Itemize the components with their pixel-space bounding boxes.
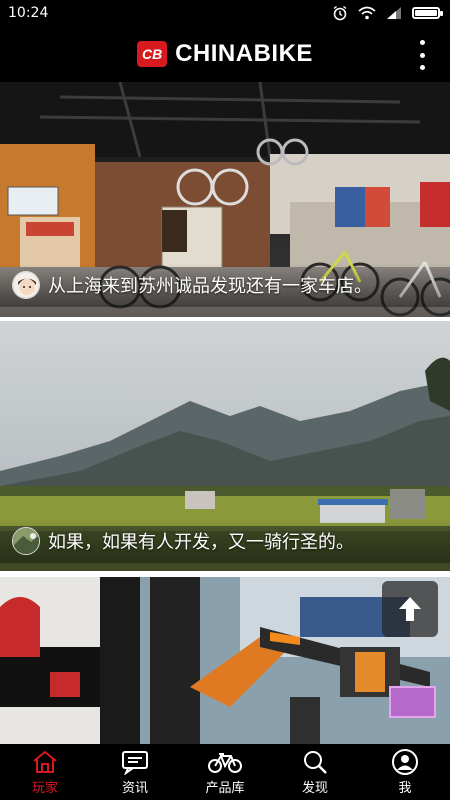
feed-caption-text: 从上海来到苏州诚品发现还有一家车店。 bbox=[48, 276, 372, 297]
user-icon bbox=[392, 748, 418, 775]
signal-icon bbox=[387, 7, 401, 19]
feed-caption: 从上海来到苏州诚品发现还有一家车店。 bbox=[0, 263, 450, 307]
more-vertical-icon[interactable] bbox=[418, 40, 426, 70]
bottom-tab-bar: 玩家 资讯 产品库 发现 我 bbox=[0, 744, 450, 800]
tab-label: 资讯 bbox=[121, 780, 148, 796]
feed-card[interactable]: 如果，如果有人开发，又一骑行圣的。 bbox=[0, 321, 450, 571]
tab-me[interactable]: 我 bbox=[360, 748, 450, 796]
app-title: CHINABIKE bbox=[175, 40, 313, 67]
battery-icon bbox=[412, 7, 443, 19]
tab-label: 发现 bbox=[301, 780, 328, 796]
avatar[interactable] bbox=[12, 271, 40, 299]
feed-list[interactable]: 从上海来到苏州诚品发现还有一家车店。 如果，如果有人开发，又一骑行圣的。 bbox=[0, 82, 450, 744]
news-icon bbox=[122, 750, 148, 775]
tab-products[interactable]: 产品库 bbox=[180, 749, 270, 796]
tab-home[interactable]: 玩家 bbox=[0, 749, 90, 796]
alarm-icon bbox=[333, 5, 347, 21]
status-bar: 10:24 bbox=[0, 0, 450, 26]
tab-news[interactable]: 资讯 bbox=[90, 749, 180, 796]
brand: CB CHINABIKE bbox=[137, 40, 313, 68]
home-icon bbox=[33, 750, 57, 773]
bicycle-icon bbox=[208, 752, 242, 773]
scroll-top-button[interactable] bbox=[382, 581, 438, 637]
wifi-icon bbox=[358, 6, 376, 20]
status-icons bbox=[332, 5, 443, 21]
status-time: 10:24 bbox=[8, 5, 49, 21]
feed-caption-text: 如果，如果有人开发，又一骑行圣的。 bbox=[48, 532, 354, 553]
brand-logo: CB bbox=[137, 41, 168, 67]
feed-caption: 如果，如果有人开发，又一骑行圣的。 bbox=[0, 519, 450, 563]
avatar[interactable] bbox=[12, 527, 40, 555]
tab-discover[interactable]: 发现 bbox=[270, 749, 360, 796]
tab-label: 产品库 bbox=[205, 780, 245, 796]
tab-label: 玩家 bbox=[31, 780, 58, 796]
arrow-up-icon bbox=[399, 597, 421, 621]
feed-card[interactable]: 从上海来到苏州诚品发现还有一家车店。 bbox=[0, 82, 450, 317]
search-icon bbox=[304, 750, 327, 774]
app-bar: CB CHINABIKE bbox=[0, 26, 450, 82]
tab-label: 我 bbox=[398, 780, 412, 796]
